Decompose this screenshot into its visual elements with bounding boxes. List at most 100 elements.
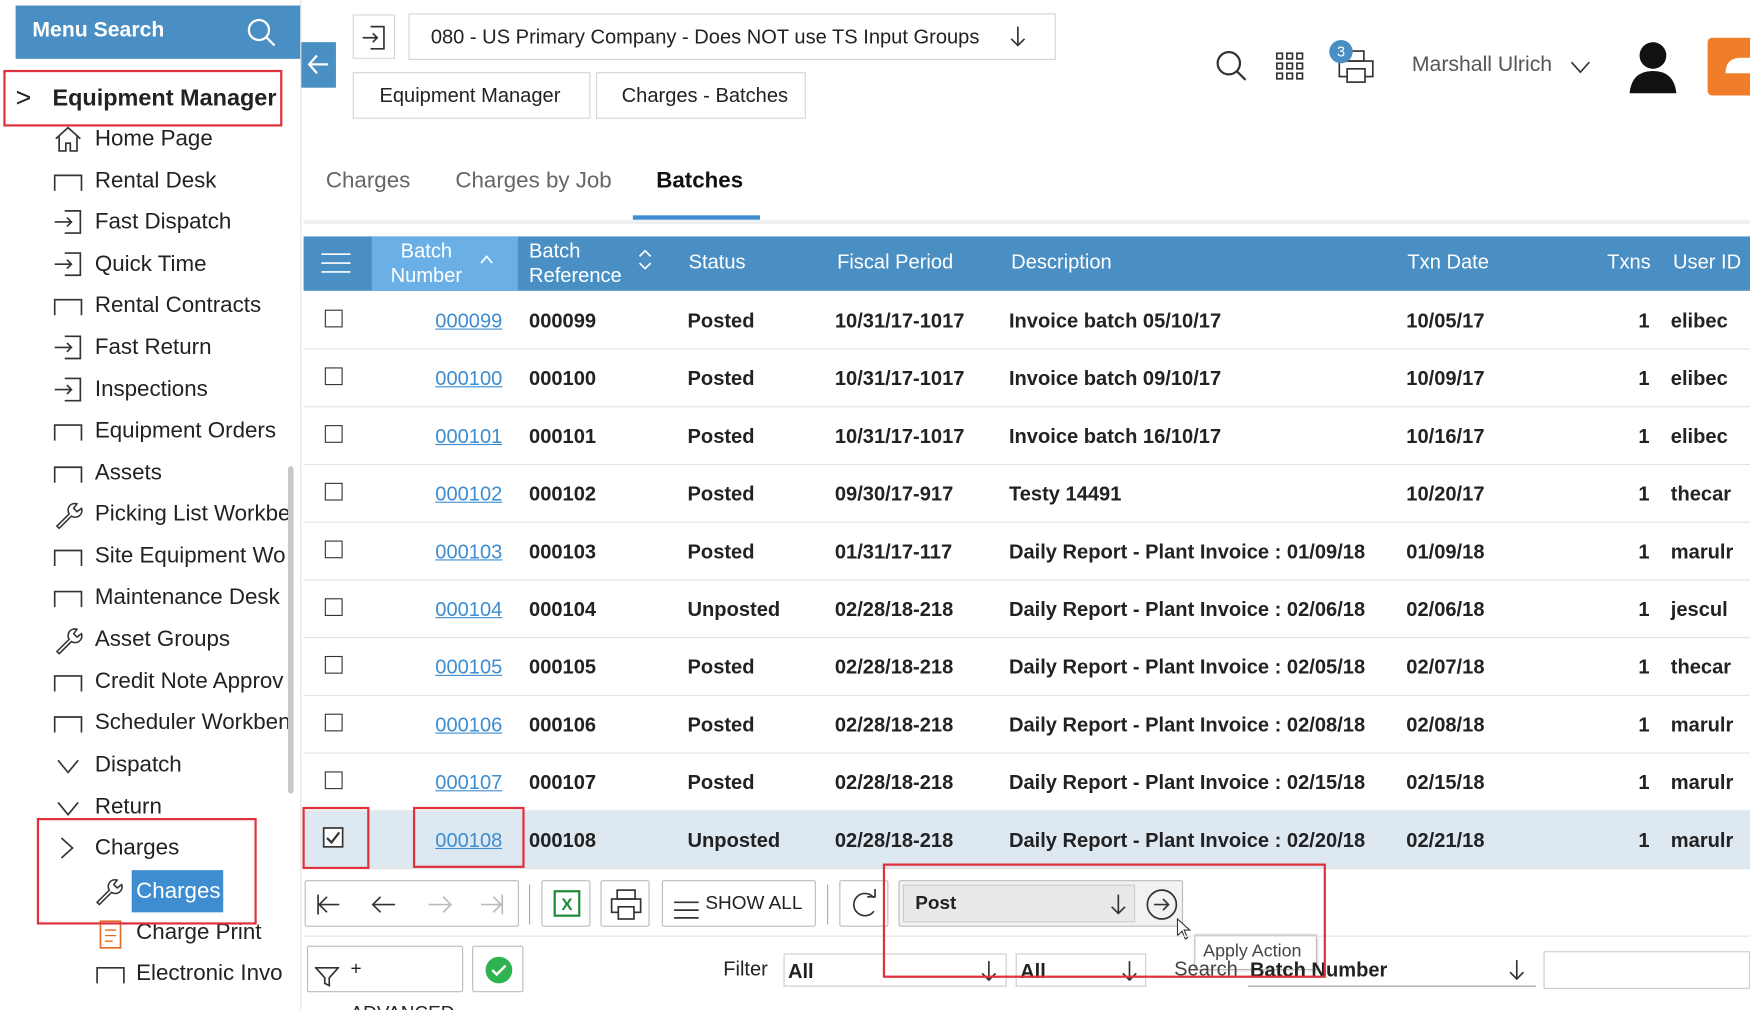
folder-icon (53, 668, 83, 695)
sidebar-item-home-page[interactable]: Home Page (0, 120, 288, 158)
txn-date: 10/20/17 (1406, 482, 1485, 506)
sidebar-item-rental-desk[interactable]: Rental Desk (0, 162, 288, 200)
row-checkbox[interactable] (324, 309, 343, 328)
col-batch-reference[interactable]: Batch Reference (529, 239, 622, 288)
table-row[interactable]: 000101 000101 Posted 10/31/17-1017 Invoice b… (303, 407, 1750, 466)
row-checkbox[interactable] (324, 598, 343, 616)
batch-number-link[interactable]: 000101 (435, 425, 502, 448)
chevron-down-icon[interactable] (1569, 55, 1591, 83)
last-page-icon[interactable] (479, 892, 506, 922)
row-checkbox[interactable] (324, 655, 343, 674)
sidebar-item-rental-contracts[interactable]: Rental Contracts (0, 286, 288, 324)
sidebar-group-dispatch[interactable]: Dispatch (0, 746, 288, 784)
show-all-label: SHOW ALL (705, 892, 803, 914)
table-row[interactable]: 000102 000102 Posted 09/30/17-917 Testy 1449… (303, 465, 1750, 523)
fiscal-period: 10/31/17-1017 (834, 367, 965, 390)
table-row[interactable]: 000104 000104 Unposted 02/28/18-218 Daily Re… (303, 580, 1750, 639)
sidebar-item-inspections[interactable]: Inspections (0, 371, 288, 409)
sidebar-item-equipment-orders[interactable]: Equipment Orders (0, 412, 288, 450)
status: Posted (687, 367, 755, 390)
table-row[interactable]: 000103 000103 Posted 01/31/17-117 Daily Repo… (303, 523, 1750, 581)
batch-number-link[interactable]: 000107 (435, 771, 502, 794)
advanced-filter-button[interactable]: + ADVANCED (306, 945, 464, 1010)
apps-grid-icon[interactable] (1275, 51, 1306, 88)
company-selector[interactable]: 080 - US Primary Company - Does NOT use … (408, 13, 1056, 60)
folder-icon (96, 960, 125, 987)
col-txns[interactable]: Txns (1607, 251, 1651, 274)
batch-reference: 000103 (529, 540, 597, 563)
sidebar-item-site-equipment-wo[interactable]: Site Equipment Wo (0, 537, 288, 575)
sort-asc-icon[interactable] (479, 250, 495, 273)
batch-number-link[interactable]: 000104 (435, 598, 502, 621)
next-page-icon[interactable] (426, 892, 453, 922)
batch-number-link[interactable]: 000105 (435, 656, 502, 679)
first-page-icon[interactable] (315, 892, 342, 922)
company-switch-button[interactable] (352, 14, 396, 59)
row-checkbox[interactable] (324, 425, 343, 443)
row-checkbox[interactable] (324, 367, 343, 386)
sidebar-item-maintenance-desk[interactable]: Maintenance Desk (0, 578, 288, 616)
row-checkbox[interactable] (324, 713, 343, 732)
row-checkbox[interactable] (324, 482, 343, 501)
sidebar-item-scheduler-workben[interactable]: Scheduler Workben (0, 704, 291, 742)
tab-batches[interactable]: Batches (656, 169, 743, 195)
sort-icon[interactable] (637, 248, 653, 278)
tab-charges-by-job[interactable]: Charges by Job (455, 169, 611, 195)
table-row[interactable]: 000100 000100 Posted 10/31/17-1017 Invoice b… (303, 350, 1750, 408)
search-input[interactable] (1543, 951, 1750, 989)
export-excel-button[interactable]: X (541, 880, 591, 927)
breadcrumb-charges-batches[interactable]: Charges - Batches (595, 72, 806, 119)
breadcrumb-equipment-manager[interactable]: Equipment Manager (352, 72, 591, 119)
global-search-icon[interactable] (1214, 49, 1247, 88)
txn-date: 10/05/17 (1406, 309, 1485, 332)
batch-number-link[interactable]: 000103 (435, 541, 502, 564)
col-txn-date[interactable]: Txn Date (1407, 251, 1489, 274)
menu-search-box[interactable]: Menu Search (15, 5, 301, 59)
col-fiscal-period[interactable]: Fiscal Period (837, 251, 953, 274)
sidebar-subitem-electronic-invo[interactable]: Electronic Invo (0, 955, 288, 993)
apply-filter-button[interactable] (472, 945, 524, 993)
batch-number-link[interactable]: 000100 (435, 367, 502, 390)
sidebar-scrollbar[interactable] (287, 466, 294, 794)
status: Unposted (687, 829, 781, 852)
refresh-button[interactable] (839, 880, 889, 927)
batch-number-link[interactable]: 000106 (435, 714, 502, 737)
table-row[interactable]: 000107 000107 Posted 02/28/18-218 Daily Repo… (303, 754, 1750, 812)
col-batch-number[interactable]: Batch Number (391, 239, 462, 288)
row-checkbox[interactable] (324, 771, 343, 790)
user-id: elibec (1670, 367, 1728, 390)
login-icon (54, 334, 83, 361)
col-user-id[interactable]: User ID (1673, 251, 1741, 274)
print-button[interactable] (600, 880, 650, 927)
prev-page-icon[interactable] (371, 892, 398, 922)
highlight-frame (412, 806, 525, 868)
table-row[interactable]: 000106 000106 Posted 02/28/18-218 Daily Repo… (303, 696, 1750, 754)
sidebar-item-credit-note-approv[interactable]: Credit Note Approv (0, 663, 288, 701)
col-status[interactable]: Status (689, 251, 746, 274)
batch-number-link[interactable]: 000102 (435, 483, 502, 506)
col-description[interactable]: Description (1011, 251, 1112, 274)
collapse-sidebar-button[interactable] (301, 42, 336, 88)
sidebar-item-label: Picking List Workbe (94, 501, 291, 527)
sidebar-item-quick-time[interactable]: Quick Time (0, 245, 288, 283)
sidebar-item-fast-dispatch[interactable]: Fast Dispatch (0, 203, 288, 241)
chat-button[interactable] (1707, 37, 1750, 96)
avatar[interactable] (1625, 38, 1681, 101)
fiscal-period: 02/28/18-218 (834, 598, 954, 621)
sidebar-item-picking-list-workbe[interactable]: Picking List Workbe (0, 495, 291, 533)
batch-reference: 000107 (529, 771, 597, 794)
table-row[interactable]: 000099 000099 Posted 10/31/17-1017 Invoice b… (303, 292, 1750, 350)
user-name[interactable]: Marshall Ulrich (1412, 53, 1552, 77)
sidebar-item-fast-return[interactable]: Fast Return (0, 329, 288, 367)
batch-number-link[interactable]: 000099 (435, 310, 502, 333)
search-icon[interactable] (246, 17, 277, 55)
sidebar-item-assets[interactable]: Assets (0, 454, 288, 492)
column-menu-icon[interactable] (320, 251, 351, 281)
row-checkbox[interactable] (324, 540, 343, 559)
sidebar-item-asset-groups[interactable]: Asset Groups (0, 620, 288, 658)
table-row[interactable]: 000105 000105 Posted 02/28/18-218 Daily Repo… (303, 638, 1750, 696)
tab-charges[interactable]: Charges (326, 169, 410, 195)
fiscal-period: 02/28/18-218 (834, 771, 954, 794)
sidebar-item-label: Quick Time (94, 251, 207, 277)
show-all-button[interactable]: SHOW ALL (661, 880, 816, 927)
